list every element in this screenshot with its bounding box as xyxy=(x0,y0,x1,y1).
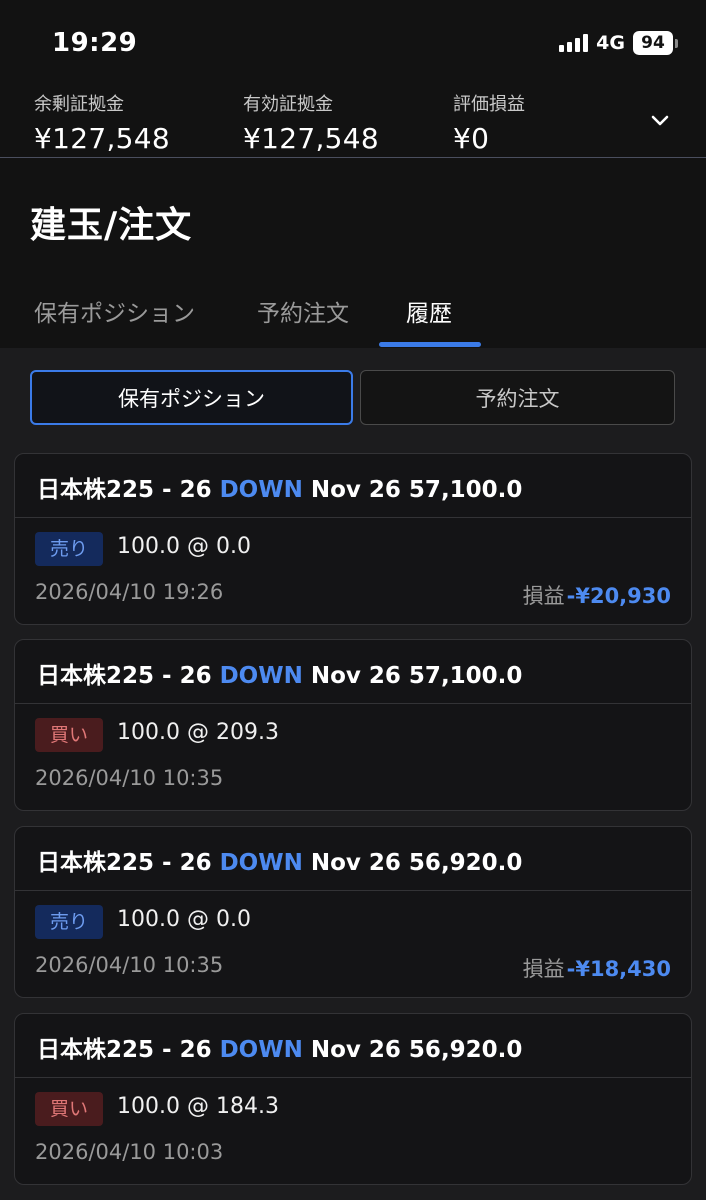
instrument-name: 日本株225 - 26 xyxy=(37,663,220,689)
direction-label: DOWN xyxy=(219,1037,303,1063)
pnl-label: 損益 xyxy=(522,584,565,608)
pnl-label: 損益 xyxy=(522,957,565,981)
timestamp: 2026/04/10 10:35 xyxy=(35,766,224,790)
instrument-name: 日本株225 - 26 xyxy=(37,1037,220,1063)
status-time: 19:29 xyxy=(52,28,138,58)
contract-detail: Nov 26 56,920.0 xyxy=(302,850,523,876)
segment-positions[interactable]: 保有ポジション xyxy=(30,370,353,425)
instrument-name: 日本株225 - 26 xyxy=(37,477,220,503)
chevron-down-icon[interactable] xyxy=(650,110,670,130)
side-badge: 売り xyxy=(35,905,103,939)
tab-positions[interactable]: 保有ポジション xyxy=(34,294,195,328)
status-indicators: 4G 94 xyxy=(559,30,678,56)
quantity-price: 100.0 @ 184.3 xyxy=(117,1094,279,1119)
summary-effective-margin: 有効証拠金 ¥127,548 xyxy=(243,90,379,155)
tab-history[interactable]: 履歴 xyxy=(406,294,452,328)
tab-bar: 保有ポジション 予約注文 履歴 xyxy=(0,286,706,348)
summary-unrealized-pnl: 評価損益 ¥0 xyxy=(453,90,525,155)
quantity-price: 100.0 @ 209.3 xyxy=(117,720,279,745)
summary-value: ¥127,548 xyxy=(34,122,171,155)
page-title: 建玉/注文 xyxy=(30,205,193,246)
side-badge: 買い xyxy=(35,718,103,752)
card-header: 日本株225 - 26 DOWN Nov 26 56,920.0 xyxy=(15,827,691,891)
battery-icon: 94 xyxy=(633,31,678,55)
summary-label: 評価損益 xyxy=(453,94,525,115)
status-bar: 19:29 4G 94 xyxy=(0,0,706,86)
direction-label: DOWN xyxy=(219,663,303,689)
instrument-name: 日本株225 - 26 xyxy=(37,850,220,876)
card-header: 日本株225 - 26 DOWN Nov 26 57,100.0 xyxy=(15,454,691,518)
direction-label: DOWN xyxy=(219,850,303,876)
side-badge: 買い xyxy=(35,1092,103,1126)
contract-detail: Nov 26 56,920.0 xyxy=(302,1037,523,1063)
summary-value: ¥127,548 xyxy=(243,122,380,155)
card-header: 日本株225 - 26 DOWN Nov 26 56,920.0 xyxy=(15,1014,691,1078)
card-header: 日本株225 - 26 DOWN Nov 26 57,100.0 xyxy=(15,640,691,704)
header-area: 19:29 4G 94 余剰証拠金 ¥127,548 有効証拠金 ¥127,54… xyxy=(0,0,706,348)
history-card[interactable]: 日本株225 - 26 DOWN Nov 26 57,100.0 買い 100.… xyxy=(14,639,692,811)
contract-detail: Nov 26 57,100.0 xyxy=(302,663,523,689)
side-badge: 売り xyxy=(35,532,103,566)
direction-label: DOWN xyxy=(219,477,303,503)
history-card[interactable]: 日本株225 - 26 DOWN Nov 26 56,920.0 買い 100.… xyxy=(14,1013,692,1185)
cellular-signal-icon xyxy=(559,34,589,52)
pnl: 損益-¥20,930 xyxy=(523,580,671,610)
timestamp: 2026/04/10 19:26 xyxy=(35,580,224,604)
summary-surplus-margin: 余剰証拠金 ¥127,548 xyxy=(34,90,170,155)
pnl-value: -¥20,930 xyxy=(566,584,671,608)
tab-reserved-orders[interactable]: 予約注文 xyxy=(257,294,349,328)
quantity-price: 100.0 @ 0.0 xyxy=(117,907,251,932)
summary-label: 有効証拠金 xyxy=(243,94,333,115)
margin-summary: 余剰証拠金 ¥127,548 有効証拠金 ¥127,548 評価損益 ¥0 xyxy=(0,86,706,158)
battery-level: 94 xyxy=(633,31,673,55)
quantity-price: 100.0 @ 0.0 xyxy=(117,534,251,559)
timestamp: 2026/04/10 10:35 xyxy=(35,953,224,977)
summary-value: ¥0 xyxy=(453,122,490,155)
timestamp: 2026/04/10 10:03 xyxy=(35,1140,224,1164)
summary-label: 余剰証拠金 xyxy=(34,94,124,115)
pnl: 損益-¥18,430 xyxy=(523,953,671,983)
history-card[interactable]: 日本株225 - 26 DOWN Nov 26 57,100.0 売り 100.… xyxy=(14,453,692,625)
network-type: 4G xyxy=(596,32,625,54)
contract-detail: Nov 26 57,100.0 xyxy=(302,477,523,503)
active-tab-indicator xyxy=(379,342,481,347)
pnl-value: -¥18,430 xyxy=(566,957,671,981)
segment-reserved-orders[interactable]: 予約注文 xyxy=(360,370,675,425)
history-card[interactable]: 日本株225 - 26 DOWN Nov 26 56,920.0 売り 100.… xyxy=(14,826,692,998)
